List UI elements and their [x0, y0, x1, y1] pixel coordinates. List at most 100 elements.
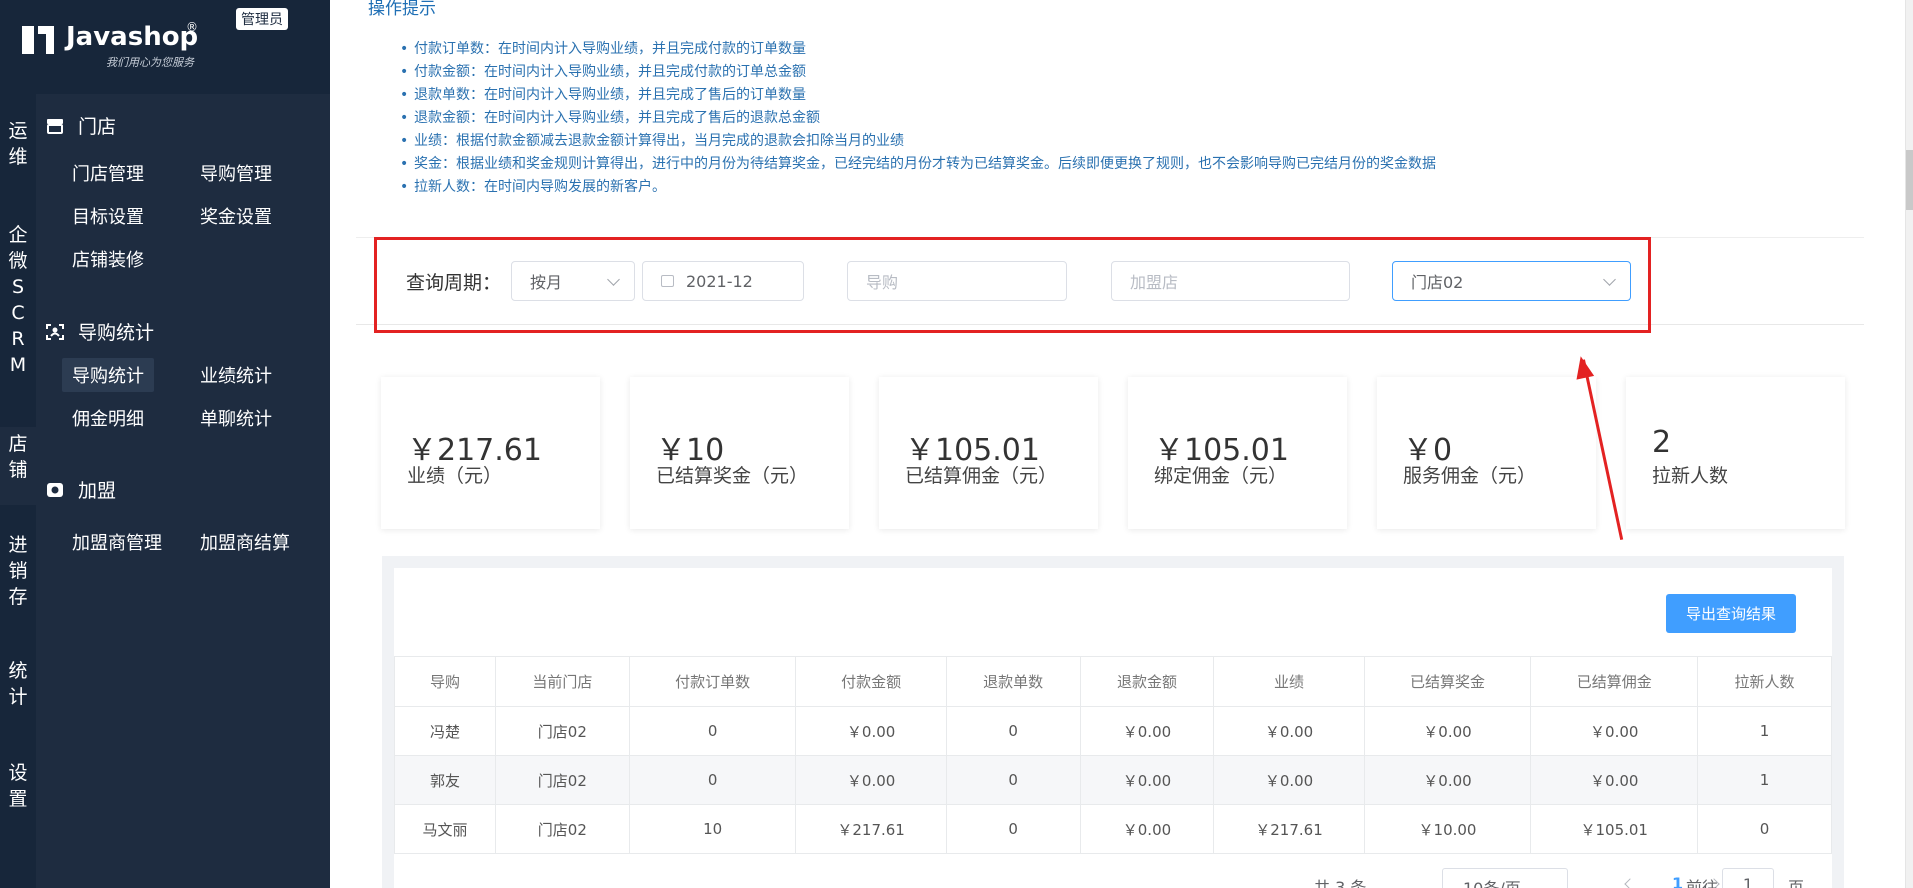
logo-icon	[22, 26, 54, 54]
stat-card-commission: ￥105.01 已结算佣金（元）	[879, 377, 1098, 529]
current-page[interactable]: 1	[1672, 874, 1683, 888]
franchise-input[interactable]: 加盟店	[1111, 261, 1350, 301]
table-cell: ￥0.00	[1079, 804, 1215, 854]
goto-label: 前往	[1686, 878, 1719, 888]
table-cell: 冯楚	[394, 706, 496, 756]
period-select-value: 按月	[530, 273, 563, 292]
table-cell: ￥0.00	[1213, 706, 1365, 756]
month-picker-value: 2021-12	[686, 271, 753, 291]
table-cell: ￥0.00	[795, 706, 947, 756]
stat-label: 拉新人数	[1652, 465, 1729, 487]
export-results-button[interactable]: 导出查询结果	[1665, 594, 1796, 633]
tip-item: 退款单数：在时间内计入导购业绩，并且完成了售后的订单数量	[400, 84, 1436, 107]
table-cell: ￥10.00	[1363, 804, 1532, 854]
nav-group-store-title: 门店	[78, 116, 117, 138]
scroll-thumb[interactable]	[1906, 150, 1913, 210]
table-cell: ￥217.61	[1213, 804, 1365, 854]
page-size-select[interactable]: 10条/页	[1442, 868, 1568, 888]
nav-performance-stats[interactable]: 业绩统计	[200, 362, 272, 388]
column-header: 退款单数	[945, 656, 1081, 707]
column-header: 已结算佣金	[1530, 656, 1699, 707]
store-select-value: 门店02	[1411, 273, 1464, 292]
column-header: 业绩	[1213, 656, 1365, 707]
table-cell: 门店02	[494, 706, 630, 756]
store-select[interactable]: 门店02	[1392, 261, 1631, 301]
nav-shop-decor[interactable]: 店铺装修	[72, 246, 144, 272]
person-scan-icon	[46, 323, 64, 340]
table-cell: ￥0.00	[1213, 755, 1365, 805]
admin-badge: 管理员	[236, 8, 288, 30]
logo-registered: ®	[186, 20, 198, 34]
chevron-down-icon	[1603, 273, 1616, 286]
stat-card-service-commission: ￥0 服务佣金（元）	[1377, 377, 1596, 529]
table-cell: 0	[628, 706, 797, 756]
logo-text: Javashop	[66, 22, 199, 52]
stat-card-performance: ￥217.61 业绩（元）	[381, 377, 600, 529]
tip-item: 业绩：根据付款金额减去退款金额计算得出，当月完成的退款会扣除当月的业绩	[400, 130, 1436, 153]
nav-guide-manage[interactable]: 导购管理	[200, 160, 272, 186]
rail-item-stats[interactable]: 统计	[0, 658, 36, 710]
franchise-icon	[47, 482, 63, 497]
guide-input[interactable]: 导购	[847, 261, 1067, 301]
table-row: 冯楚 门店02 0 ￥0.00 0 ￥0.00 ￥0.00 ￥0.00 ￥0.0…	[394, 706, 1832, 756]
column-header: 已结算奖金	[1363, 656, 1532, 707]
table-cell: 0	[628, 755, 797, 805]
table-card: 导出查询结果 导购 当前门店 付款订单数 付款金额 退款单数 退款金额 业绩 已…	[394, 568, 1832, 888]
nav-group-guide-stats-title: 导购统计	[78, 322, 155, 344]
rail-item-settings[interactable]: 设置	[0, 760, 36, 812]
column-header: 付款订单数	[628, 656, 797, 707]
nav-commission-detail[interactable]: 佣金明细	[72, 405, 144, 431]
stat-label: 绑定佣金（元）	[1154, 465, 1288, 487]
page-scrollbar[interactable]	[1905, 0, 1913, 888]
period-label: 查询周期：	[406, 272, 502, 294]
nav-group-franchise: 加盟	[46, 476, 116, 503]
rail-item-inventory[interactable]: 进销存	[0, 532, 36, 610]
chevron-down-icon	[607, 273, 620, 286]
guide-input-placeholder: 导购	[866, 273, 899, 292]
stat-label: 已结算奖金（元）	[656, 465, 809, 487]
table-cell: ￥0.00	[1363, 755, 1532, 805]
table-cell: 0	[1697, 804, 1832, 854]
store-icon	[47, 118, 63, 134]
stat-label: 服务佣金（元）	[1403, 465, 1537, 487]
table-cell: 0	[945, 706, 1081, 756]
prev-page-icon[interactable]	[1624, 878, 1636, 888]
tip-item: 退款金额：在时间内计入导购业绩，并且完成了售后的退款总金额	[400, 107, 1436, 130]
column-header: 拉新人数	[1697, 656, 1832, 707]
nav-bonus-settings[interactable]: 奖金设置	[200, 203, 272, 229]
table-cell: ￥217.61	[795, 804, 947, 854]
table-cell: 10	[628, 804, 797, 854]
stat-card-new-customers: 2 拉新人数	[1626, 377, 1845, 529]
tips-list: 付款订单数：在时间内计入导购业绩，并且完成付款的订单数量 付款金额：在时间内计入…	[400, 38, 1436, 199]
table-row: 郭友 门店02 0 ￥0.00 0 ￥0.00 ￥0.00 ￥0.00 ￥0.0…	[394, 755, 1832, 805]
stat-card-bound-commission: ￥105.01 绑定佣金（元）	[1128, 377, 1347, 529]
table-cell: 门店02	[494, 755, 630, 805]
month-picker[interactable]: 2021-12	[642, 261, 804, 301]
table-cell: ￥105.01	[1530, 804, 1699, 854]
table-cell: 1	[1697, 706, 1832, 756]
goto-page-input[interactable]: 1	[1722, 868, 1774, 888]
rail-item-ops[interactable]: 运维	[0, 118, 36, 170]
table-cell: ￥0.00	[1530, 755, 1699, 805]
table-cell: ￥0.00	[1530, 706, 1699, 756]
table-cell: 1	[1697, 755, 1832, 805]
logo-slogan: 我们用心为您服务	[106, 56, 194, 69]
table-cell: ￥0.00	[795, 755, 947, 805]
rail-item-scrm[interactable]: 企微SCRM	[0, 222, 36, 378]
stat-label: 业绩（元）	[407, 465, 503, 487]
nav-franchise-manage[interactable]: 加盟商管理	[72, 529, 162, 555]
page-size-value: 10条/页	[1463, 879, 1521, 888]
tip-item: 付款订单数：在时间内计入导购业绩，并且完成付款的订单数量	[400, 38, 1436, 61]
table-header-row: 导购 当前门店 付款订单数 付款金额 退款单数 退款金额 业绩 已结算奖金 已结…	[394, 656, 1832, 707]
nav-target-settings[interactable]: 目标设置	[72, 203, 144, 229]
nav-store-manage[interactable]: 门店管理	[72, 160, 144, 186]
nav-franchise-settle[interactable]: 加盟商结算	[200, 529, 290, 555]
table-row: 马文丽 门店02 10 ￥217.61 0 ￥0.00 ￥217.61 ￥10.…	[394, 804, 1832, 854]
nav-chat-stats[interactable]: 单聊统计	[200, 405, 272, 431]
column-header: 付款金额	[795, 656, 947, 707]
pagination: 共 3 条 10条/页 1 前往 1 页	[394, 868, 1832, 888]
nav-guide-stats[interactable]: 导购统计	[62, 358, 154, 392]
period-select[interactable]: 按月	[511, 261, 635, 301]
tip-item: 拉新人数：在时间内导购发展的新客户。	[400, 176, 1436, 199]
rail-item-shop[interactable]: 店铺	[0, 427, 36, 505]
